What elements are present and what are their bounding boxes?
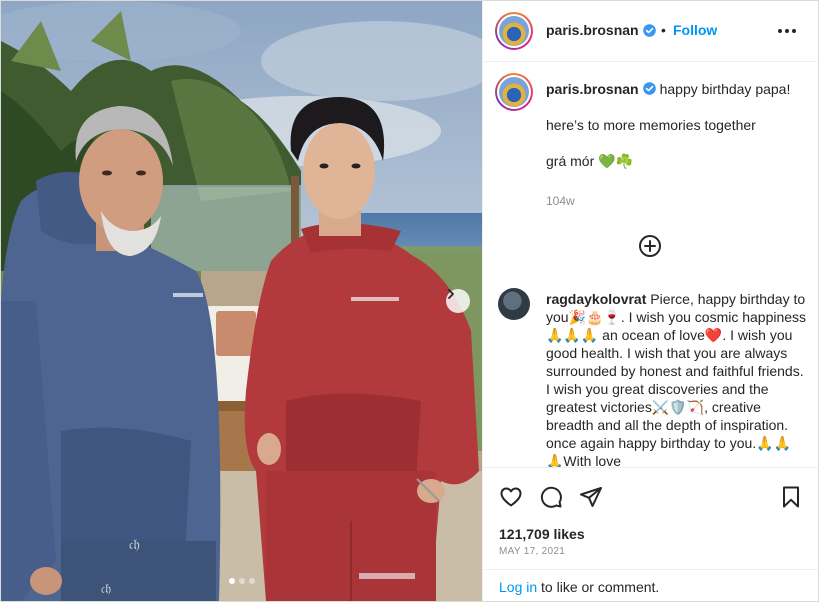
instagram-post-modal: 𝔠𝔥 𝔠𝔥 paris.brosnan • Follow paris.brosn… [0, 0, 819, 602]
svg-text:𝔠𝔥: 𝔠𝔥 [101, 582, 111, 597]
carousel-next-button[interactable] [446, 289, 470, 313]
caption-text-line1: happy birthday papa! [659, 81, 791, 97]
comments-section[interactable]: paris.brosnan happy birthday papa! here’s… [483, 62, 819, 467]
author-username[interactable]: paris.brosnan [546, 22, 639, 38]
caption-text-line2: here’s to more memories together [546, 117, 756, 133]
post-date[interactable]: MAY 17, 2021 [499, 546, 565, 557]
verified-badge-icon [642, 82, 656, 95]
comment-bubble-icon[interactable] [539, 485, 563, 509]
post-actions: 121,709 likes MAY 17, 2021 Log in to lik… [483, 467, 819, 601]
login-prompt-text: to like or comment. [537, 579, 660, 595]
post-side-panel: paris.brosnan • Follow paris.brosnan happ… [482, 1, 819, 601]
post-photo[interactable]: 𝔠𝔥 𝔠𝔥 [1, 1, 482, 601]
carousel-dots [1, 578, 482, 584]
login-link[interactable]: Log in [499, 579, 537, 595]
svg-text:𝔠𝔥: 𝔠𝔥 [129, 537, 140, 553]
caption-username[interactable]: paris.brosnan [546, 81, 639, 97]
commenter-avatar[interactable] [498, 288, 530, 320]
carousel-dot [228, 578, 235, 584]
comment-text: Pierce, happy birthday to you🎉🎂🍷. I wish… [546, 291, 807, 467]
plus-circle-icon[interactable] [638, 234, 662, 258]
header-separator: • [661, 22, 666, 38]
caption-text-line3: grá mór 💚☘️ [546, 153, 633, 169]
carousel-dot [248, 578, 255, 584]
photo-illustration: 𝔠𝔥 𝔠𝔥 [1, 1, 482, 601]
carousel-dot [238, 578, 245, 584]
more-options-icon[interactable] [778, 25, 798, 37]
paper-plane-icon[interactable] [579, 485, 603, 509]
likes-count[interactable]: 121,709 likes [499, 526, 585, 542]
commenter-username[interactable]: ragdaykolovrat [546, 291, 646, 307]
chevron-right-icon [448, 289, 454, 299]
verified-badge-icon [642, 23, 656, 37]
author-avatar[interactable] [495, 12, 533, 50]
bookmark-icon[interactable] [779, 485, 803, 509]
follow-button[interactable]: Follow [673, 22, 717, 38]
post-header: paris.brosnan • Follow [483, 1, 819, 62]
caption-timestamp[interactable]: 104w [546, 194, 575, 208]
heart-icon[interactable] [499, 485, 523, 509]
caption-author-avatar[interactable] [495, 73, 533, 111]
login-prompt: Log in to like or comment. [483, 569, 819, 602]
